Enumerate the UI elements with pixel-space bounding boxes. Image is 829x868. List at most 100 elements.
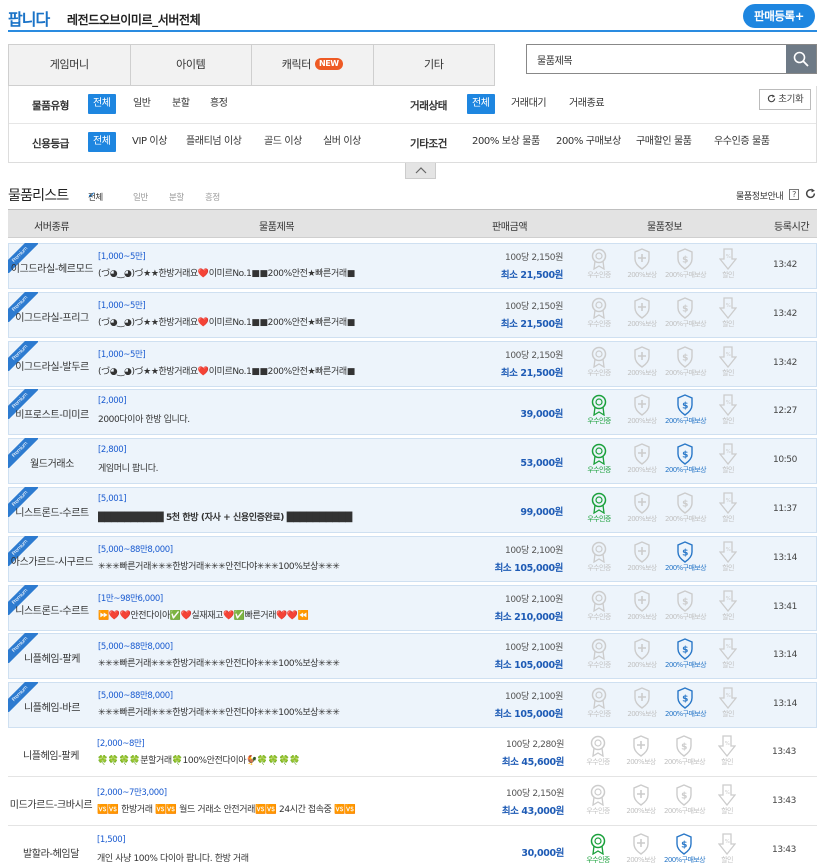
trade-status-all[interactable]: 전체 (467, 94, 495, 114)
table-row[interactable]: 니플헤임-팔케 [2,000~8만] 🍀🍀🍀🍀분할거래🍀100%안전다이아🐓🍀🍀🍀🍀… (8, 731, 817, 777)
item-title[interactable]: 게임머니 팝니다. (98, 461, 490, 474)
item-info-guide-link[interactable]: 물품정보안내 (736, 189, 784, 202)
other-200-reward[interactable]: 200% 보상 물품 (472, 132, 540, 152)
table-row[interactable]: Premium 니플헤임-팔케 [5,000~88만8,000] ✳✳✳빠른거래✳✳✳… (8, 633, 817, 680)
other-200-buy[interactable]: 200% 구매보상 (556, 132, 621, 152)
item-title[interactable]: 🍀🍀🍀🍀분할거래🍀100%안전다이아🐓🍀🍀🍀🍀 (97, 753, 489, 766)
svg-text:$: $ (682, 646, 688, 656)
item-title[interactable]: (づ◕‿◕)づ★★한방거래요❤️이미르No.1■■200%안전★빠른거래■ (98, 266, 490, 279)
item-type-normal[interactable]: 일반 (133, 94, 151, 114)
server-name[interactable]: 월드거래소 (9, 455, 95, 470)
table-row[interactable]: Premium 비프로스트-미미르 [2,000] 2000다이아 한방 입니다. 39… (8, 389, 817, 436)
min-price: 최소 21,500원 (500, 318, 564, 330)
tab-game-money[interactable]: 게임머니 (9, 45, 131, 85)
list-filter-negotiate[interactable]: 흥정 (205, 191, 220, 203)
tab-item[interactable]: 아이템 (131, 45, 252, 85)
page-title: 팝니다 (8, 10, 50, 29)
register-sale-button[interactable]: 판매등록+ (743, 4, 815, 28)
table-row[interactable]: Premium 아스가르드-시구르드 [5,000~88만8,000] ✳✳✳빠른거래… (8, 535, 817, 582)
badge-label: 할인 (722, 466, 734, 475)
item-range[interactable]: [5,000~88만8,000] (98, 689, 173, 701)
other-certified[interactable]: 우수인증 물품 (714, 132, 770, 152)
register-time: 13:42 (773, 357, 797, 368)
price: 30,000원 (521, 847, 564, 859)
item-range[interactable]: [5,000~88만8,000] (98, 640, 173, 652)
table-row[interactable]: Premium 니스트론드-수르트 [5,001] ██████████ 5천 한방 … (8, 487, 817, 533)
item-range[interactable]: [5,000~88만8,000] (98, 543, 173, 555)
server-name[interactable]: 니플헤임-바르 (9, 699, 95, 714)
item-range[interactable]: [2,000~7만3,000] (97, 786, 167, 798)
item-title[interactable]: ⏩❤️❤️안전다이아✅❤️실재재고❤️✅빠른거래❤️❤️⏪ (98, 608, 490, 621)
item-title[interactable]: (づ◕‿◕)づ★★한방거래요❤️이미르No.1■■200%안전★빠른거래■ (98, 364, 490, 377)
item-title[interactable]: ██████████ 5천 한방 (자사 + 신용인증완료) █████████… (98, 510, 490, 523)
trade-status-done[interactable]: 거래종료 (569, 94, 605, 114)
item-type-all[interactable]: 전체 (88, 94, 116, 114)
trade-status-waiting[interactable]: 거래대기 (511, 94, 547, 114)
table-row[interactable]: Premium 니스트론드-수르트 [1만~98만6,000] ⏩❤️❤️안전다이아✅… (8, 584, 817, 631)
server-name[interactable]: 이그드라실-프리그 (9, 309, 95, 324)
item-title[interactable]: ✳✳✳빠른거래✳✳✳한방거래✳✳✳안전다야✳✳✳100%보상✳✳✳ (98, 705, 490, 718)
search-input[interactable] (527, 45, 786, 73)
server-name[interactable]: 이그드라실-헤르모드 (9, 260, 95, 275)
buy-reward-200-icon: $ (665, 443, 705, 466)
refresh-list-button[interactable] (805, 188, 816, 202)
credit-vip[interactable]: VIP 이상 (132, 132, 167, 152)
table-row[interactable]: Premium 니플헤임-바르 [5,000~88만8,000] ✳✳✳빠른거래✳✳✳… (8, 682, 817, 729)
item-title[interactable]: (づ◕‿◕)づ★★한방거래요❤️이미르No.1■■200%안전★빠른거래■ (98, 315, 490, 328)
item-range[interactable]: [2,800] (98, 445, 127, 455)
item-range[interactable]: [1,000~5만] (98, 250, 146, 262)
item-title[interactable]: ✳✳✳빠른거래✳✳✳한방거래✳✳✳안전다야✳✳✳100%보상✳✳✳ (98, 559, 490, 572)
server-name[interactable]: 아스가르드-시구르드 (9, 553, 95, 568)
svg-text:$: $ (682, 500, 688, 510)
item-title[interactable]: 🆚🆚 한방거래 🆚🆚 월드 거래소 안전거래🆚🆚 24시간 접속중 🆚🆚 (97, 802, 489, 815)
server-name[interactable]: 니플헤임-팔케 (8, 747, 94, 762)
server-name[interactable]: 니플헤임-팔케 (9, 650, 95, 665)
credit-platinum[interactable]: 플래티넘 이상 (186, 132, 242, 152)
server-name[interactable]: 비프로스트-미미르 (9, 406, 95, 421)
item-type-negotiate[interactable]: 흥정 (210, 94, 228, 114)
server-name[interactable]: 니스트론드-수르트 (9, 504, 95, 519)
item-range[interactable]: [1,000~5만] (98, 348, 146, 360)
reset-button[interactable]: 초기화 (759, 89, 811, 110)
credit-all[interactable]: 전체 (88, 132, 116, 152)
list-filter-split[interactable]: 분할 (169, 191, 184, 203)
server-name[interactable]: 니스트론드-수르트 (9, 602, 95, 617)
table-row[interactable]: 미드가르드-크바시르 [2,000~7만3,000] 🆚🆚 한방거래 🆚🆚 월드 거… (8, 779, 817, 826)
register-time: 10:50 (773, 455, 797, 466)
help-icon[interactable]: ? (789, 189, 799, 200)
svg-text:$: $ (681, 840, 687, 850)
item-title[interactable]: 2000다이아 한방 입니다. (98, 412, 490, 425)
item-range[interactable]: [2,000~8만] (97, 737, 145, 749)
table-row[interactable]: Premium 이그드라실-헤르모드 [1,000~5만] (づ◕‿◕)づ★★한방거래… (8, 243, 817, 289)
table-row[interactable]: Premium 월드거래소 [2,800] 게임머니 팝니다. 53,000원 우수인증 2… (8, 438, 817, 485)
list-filter-normal[interactable]: 일반 (133, 191, 148, 203)
other-discount[interactable]: 구매할인 물품 (636, 132, 692, 152)
search-button[interactable] (786, 45, 816, 73)
table-row[interactable]: Premium 이그드라실-발두르 [1,000~5만] (づ◕‿◕)づ★★한방거래요… (8, 340, 817, 387)
table-row[interactable]: Premium 이그드라실-프리그 [1,000~5만] (づ◕‿◕)づ★★한방거래요… (8, 291, 817, 338)
item-title[interactable]: 개인 사냥 100% 다이아 팝니다. 한방 거래 (97, 851, 489, 864)
item-range[interactable]: [5,001] (98, 494, 127, 504)
item-range[interactable]: [1,000~5만] (98, 299, 146, 311)
item-title[interactable]: ✳✳✳빠른거래✳✳✳한방거래✳✳✳안전다야✳✳✳100%보상✳✳✳ (98, 656, 490, 669)
credit-gold[interactable]: 골드 이상 (264, 132, 302, 152)
credit-silver[interactable]: 실버 이상 (323, 132, 361, 152)
price: 99,000원 (520, 507, 563, 518)
item-range[interactable]: [2,000] (98, 396, 127, 406)
register-time: 13:14 (773, 699, 797, 710)
item-type-split[interactable]: 분할 (172, 94, 190, 114)
buy-reward-200-icon: $ (665, 541, 705, 563)
item-range[interactable]: [1만~98만6,000] (98, 592, 163, 604)
badge-buy-reward-200: $200%구매보상 (665, 443, 707, 475)
collapse-filter-button[interactable] (405, 163, 436, 179)
server-name[interactable]: 발할라-헤임달 (8, 845, 94, 860)
badge-label: 우수인증 (587, 563, 611, 572)
server-name[interactable]: 미드가르드-크바시르 (8, 796, 94, 811)
table-row[interactable]: 발할라-헤임달 [1,500] 개인 사냥 100% 다이아 팝니다. 한방 거래 3… (8, 828, 817, 868)
item-range[interactable]: [1,500] (97, 835, 126, 845)
tab-etc[interactable]: 기타 (374, 45, 495, 85)
tab-character[interactable]: 캐릭터 NEW (252, 45, 374, 85)
server-name[interactable]: 이그드라실-발두르 (9, 358, 95, 373)
category-tabs: 게임머니 아이템 캐릭터 NEW 기타 (8, 44, 495, 86)
register-time: 13:14 (773, 650, 797, 661)
